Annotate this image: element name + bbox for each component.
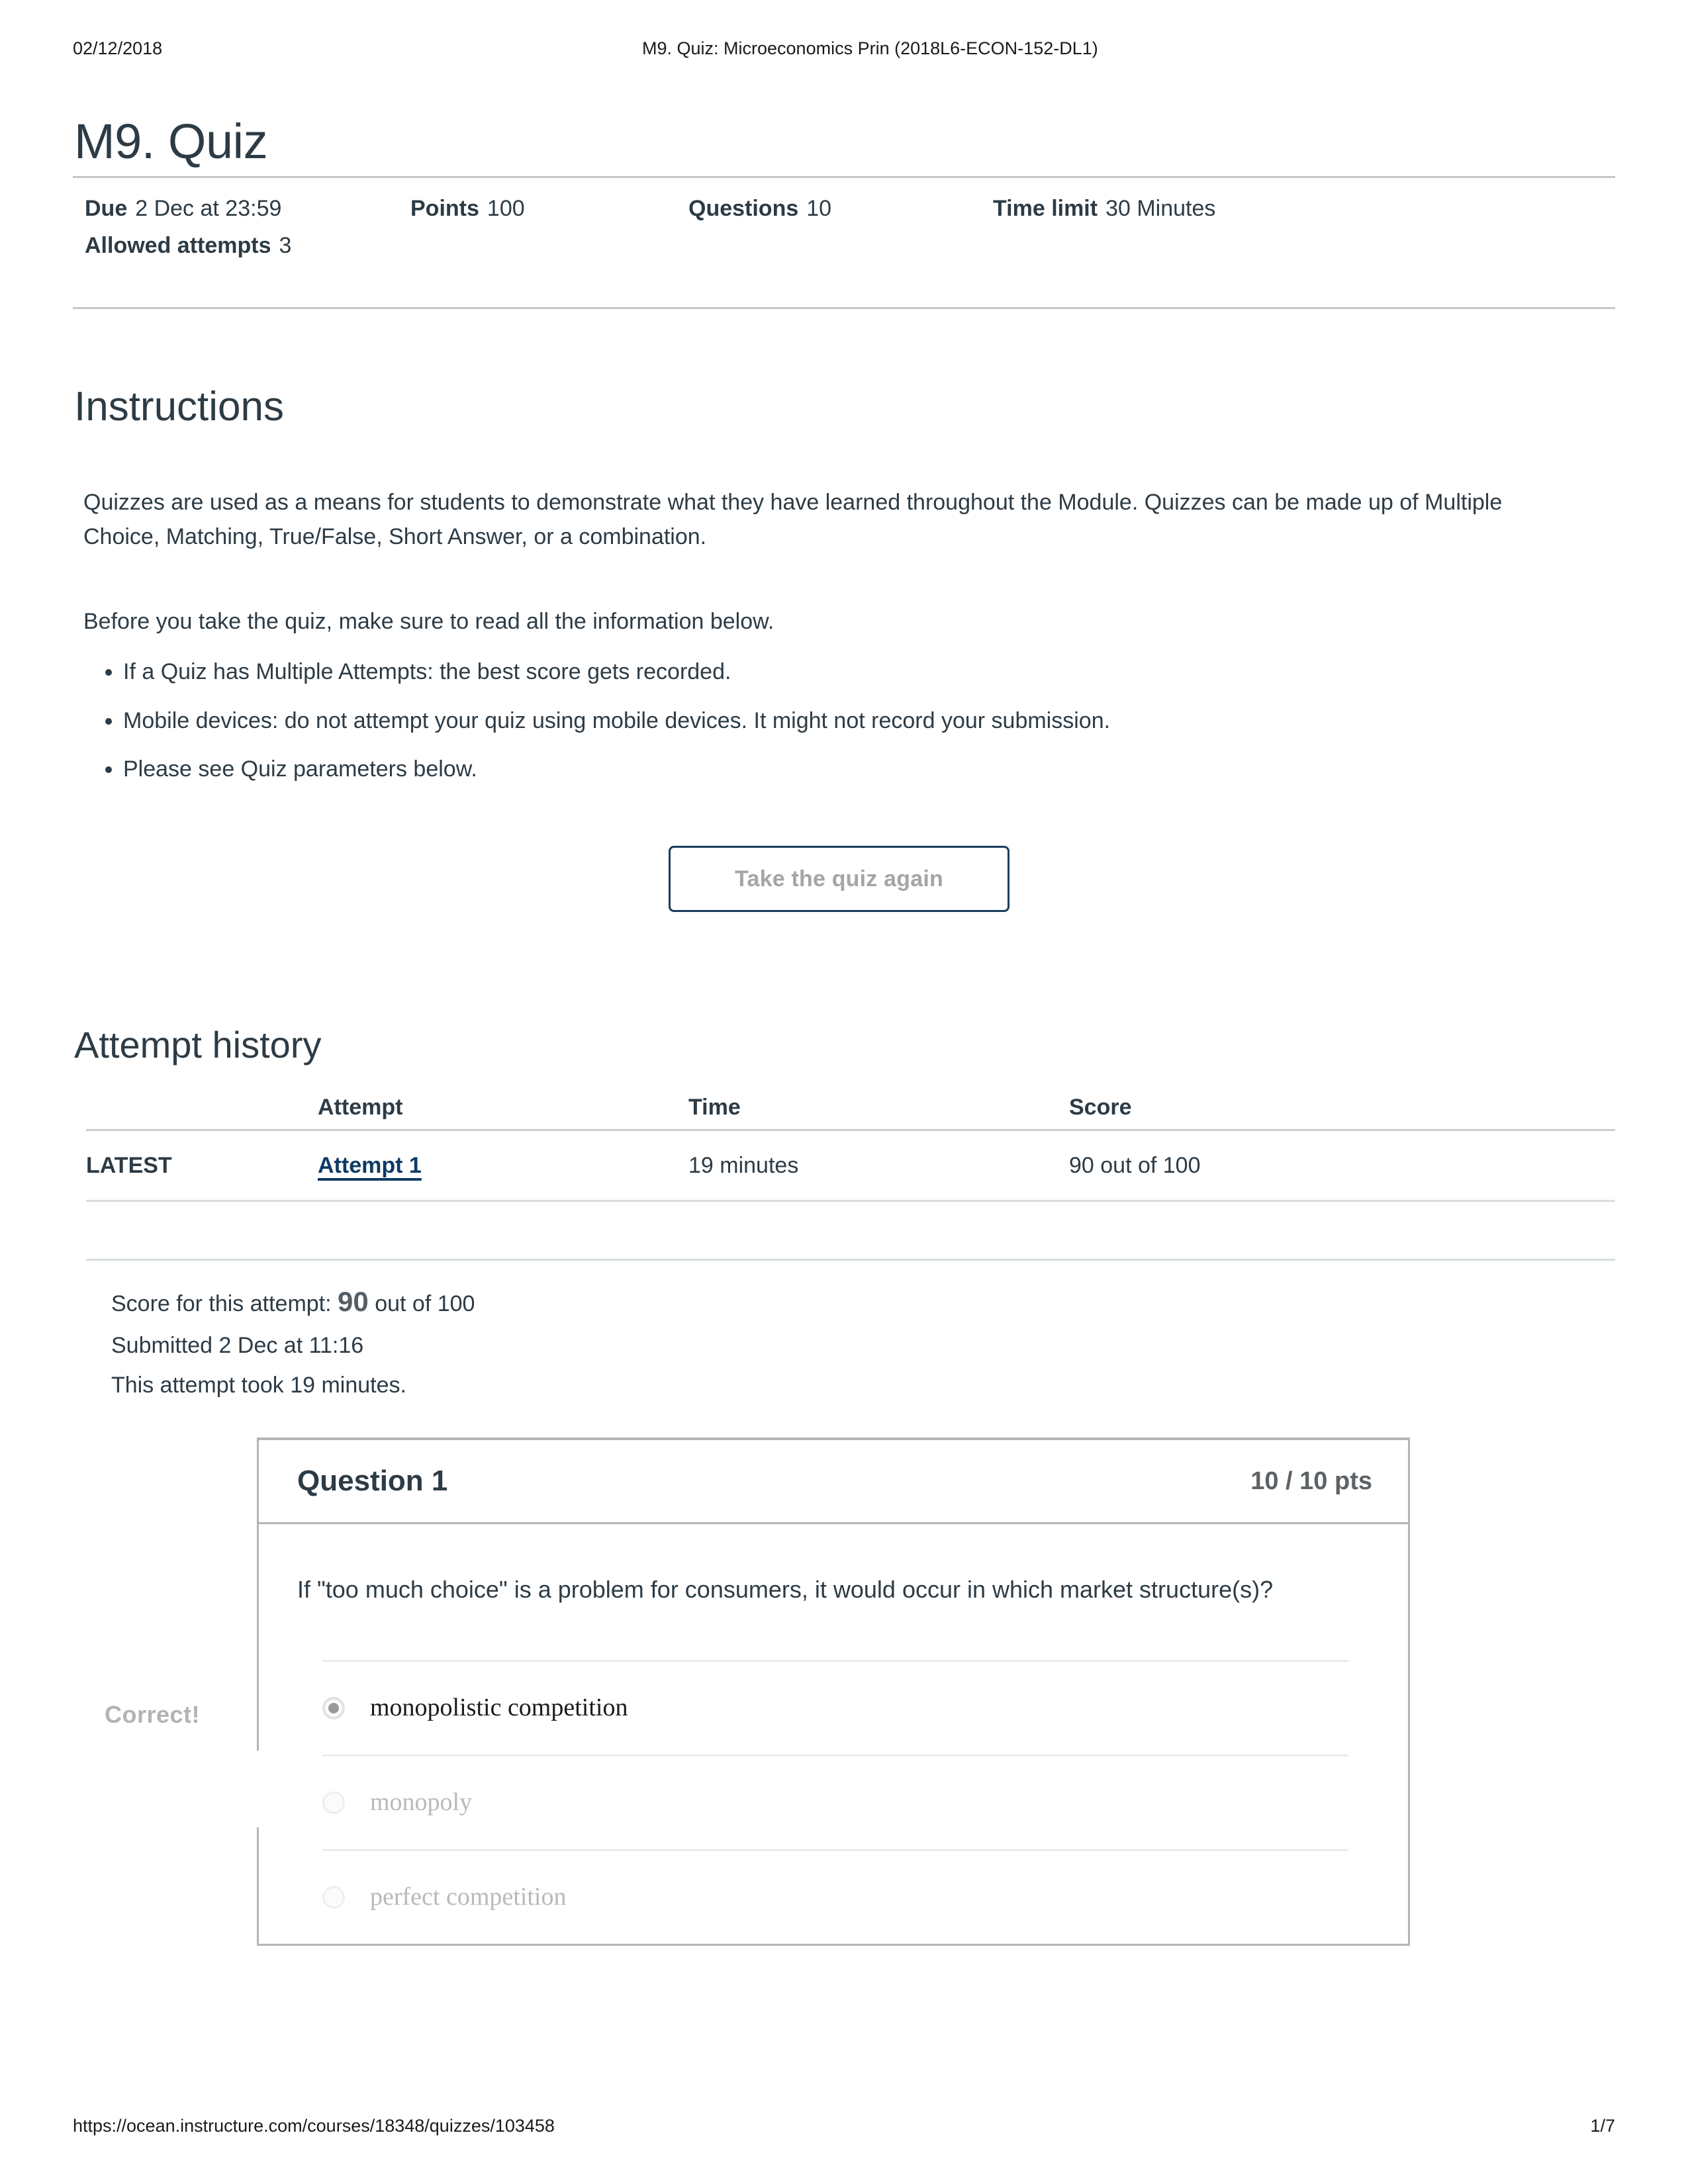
quiz-meta-row-2: Allowed attempts 3 [85,234,1615,257]
attempt-submitted: Submitted 2 Dec at 11:16 [111,1332,364,1358]
meta-points-value: 100 [487,196,525,221]
column-header-attempt: Attempt [318,1094,403,1120]
meta-allowed-attempts-value: 3 [279,233,292,258]
print-page-title: M9. Quiz: Microeconomics Prin (2018L6-EC… [642,38,1098,58]
instructions-heading: Instructions [74,384,285,430]
answer-label: monopoly [370,1788,473,1817]
score-value: 90 [338,1286,369,1317]
score-prefix: Score for this attempt: [111,1291,332,1316]
list-item: If a Quiz has Multiple Attempts: the bes… [123,655,1613,690]
attempt-duration: This attempt took 19 minutes. [111,1372,406,1398]
attempt-1-link[interactable]: Attempt 1 [318,1153,422,1178]
meta-questions-value: 10 [806,196,832,221]
column-header-score: Score [1069,1094,1132,1120]
answer-label: perfect competition [370,1883,567,1911]
footer-url: https://ocean.instructure.com/courses/18… [73,2116,555,2136]
quiz-meta: Due 2 Dec at 23:59 Points 100 Questions … [85,197,1615,271]
quiz-print-page: 02/12/2018 M9. Quiz: Microeconomics Prin… [0,0,1688,2184]
print-footer: https://ocean.instructure.com/courses/18… [73,2116,1615,2136]
take-quiz-again-button[interactable]: Take the quiz again [669,846,1009,912]
instructions-bullet-list: If a Quiz has Multiple Attempts: the bes… [83,655,1613,801]
meta-due: Due 2 Dec at 23:59 [85,197,410,220]
instructions-paragraph-1: Quizzes are used as a means for students… [83,490,1503,549]
list-item: Please see Quiz parameters below. [123,752,1613,787]
footer-page-number: 1/7 [1590,2116,1615,2136]
question-header: Question 1 10 / 10 pts [259,1440,1408,1524]
meta-points-label: Points [410,196,479,221]
answer-label: monopolistic competition [370,1694,628,1722]
attempt-history-table: Attempt Time Score LATEST Attempt 1 19 m… [86,1085,1615,1261]
divider-meta [73,307,1615,309]
radio-unselected-icon[interactable] [322,1886,345,1909]
meta-points: Points 100 [410,197,688,220]
meta-due-value: 2 Dec at 23:59 [135,196,282,221]
meta-allowed-attempts-label: Allowed attempts [85,233,271,258]
question-card: Question 1 10 / 10 pts If "too much choi… [257,1437,1410,1946]
meta-time-limit-value: 30 Minutes [1105,196,1216,221]
page-title: M9. Quiz [74,113,268,169]
column-header-time: Time [688,1094,741,1120]
attempt-summary: Score for this attempt: 90 out of 100 Su… [111,1277,475,1406]
meta-time-limit: Time limit 30 Minutes [993,197,1350,220]
radio-selected-icon[interactable] [322,1696,345,1719]
meta-due-label: Due [85,196,128,221]
answer-option-perfect-competition[interactable]: perfect competition [297,1851,1372,1944]
question-body: If "too much choice" is a problem for co… [259,1524,1408,1944]
question-title: Question 1 [297,1465,448,1497]
table-row: LATEST Attempt 1 19 minutes 90 out of 10… [86,1131,1615,1200]
row-score: 90 out of 100 [1069,1152,1201,1178]
meta-time-limit-label: Time limit [993,196,1098,221]
row-badge-latest: LATEST [86,1152,172,1178]
row-time: 19 minutes [688,1152,799,1178]
attempt-history-heading: Attempt history [74,1024,322,1066]
instructions-paragraph-2: Before you take the quiz, make sure to r… [83,609,774,634]
meta-allowed-attempts: Allowed attempts 3 [85,234,291,257]
answer-option-monopolistic-competition[interactable]: monopolistic competition [297,1662,1372,1754]
take-quiz-again-label: Take the quiz again [735,866,943,891]
card-border-notch [256,1751,261,1827]
question-result-flag: Correct! [105,1701,201,1728]
meta-questions-label: Questions [688,196,799,221]
question-points: 10 / 10 pts [1250,1467,1372,1495]
print-header: 02/12/2018 M9. Quiz: Microeconomics Prin… [73,38,1615,65]
table-header-row: Attempt Time Score [86,1085,1615,1129]
answer-option-monopoly[interactable]: monopoly [297,1756,1372,1849]
meta-questions: Questions 10 [688,197,993,220]
list-item: Mobile devices: do not attempt your quiz… [123,704,1613,739]
quiz-meta-row-1: Due 2 Dec at 23:59 Points 100 Questions … [85,197,1615,220]
divider-top [73,176,1615,178]
question-text: If "too much choice" is a problem for co… [297,1576,1274,1603]
table-bottom-rule [86,1259,1615,1261]
attempt-score-line: Score for this attempt: 90 out of 100 [111,1277,475,1326]
radio-unselected-icon[interactable] [322,1791,345,1814]
score-suffix: out of 100 [375,1291,475,1316]
print-date: 02/12/2018 [73,38,163,58]
answer-list: monopolistic competition monopoly perfec… [297,1659,1372,1944]
